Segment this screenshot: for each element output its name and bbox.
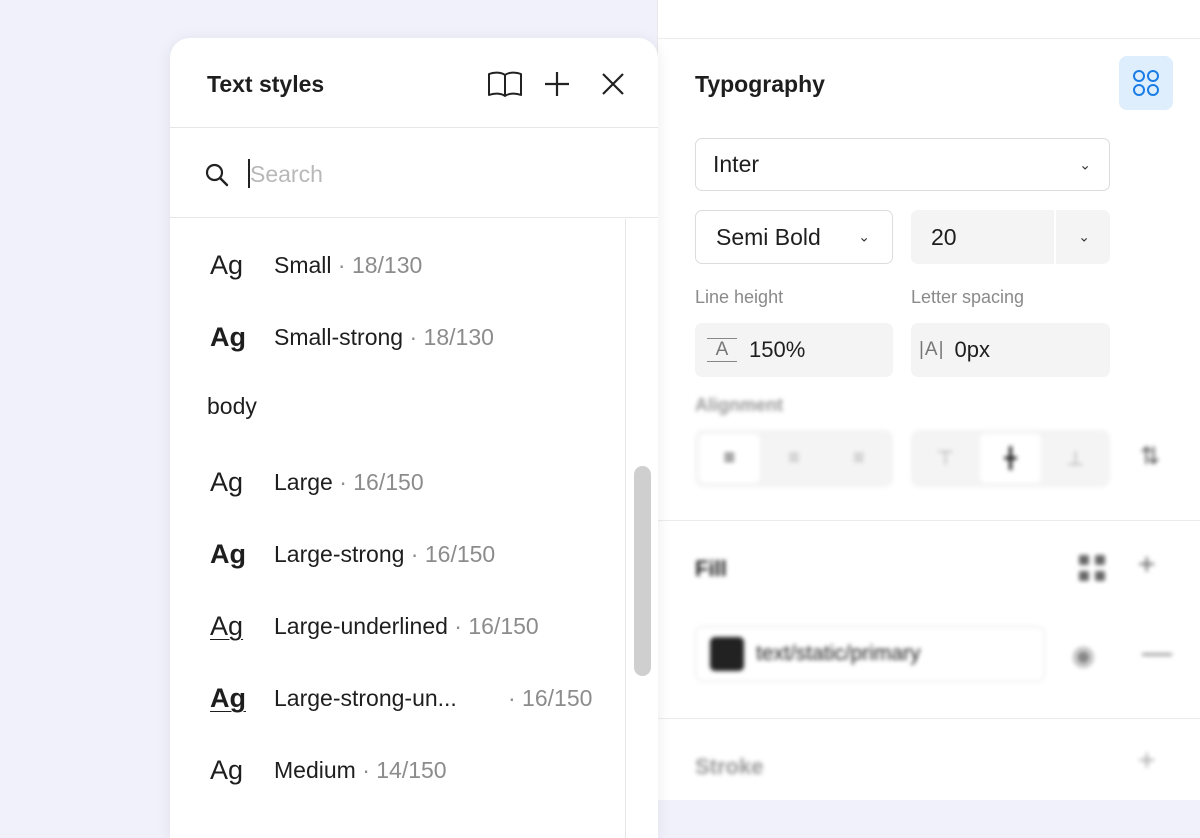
text-style-preview: Ag — [210, 754, 244, 785]
color-swatch[interactable] — [710, 637, 744, 671]
line-height-value[interactable]: 150% — [749, 337, 805, 363]
plus-icon[interactable] — [538, 66, 576, 102]
text-style-label: Large-strong-un... — [274, 684, 457, 711]
typography-title: Typography — [695, 71, 825, 97]
text-style-list: Ag Small · 18/130 Ag Small-strong · 18/1… — [170, 219, 625, 838]
text-style-label: Large-strong · 16/150 — [274, 540, 496, 567]
text-resize-icon[interactable]: ⇅ — [1140, 442, 1160, 471]
text-style-item-large-strong-underlined[interactable]: Ag Large-strong-un... · 16/150 — [170, 662, 625, 734]
text-style-label: Large-underlined · 16/150 — [274, 612, 539, 639]
section-divider — [658, 520, 1200, 521]
plus-icon[interactable]: + — [1138, 744, 1156, 778]
vertical-align-group: ⊤ ╋ ⊥ — [911, 430, 1110, 487]
align-right-icon[interactable]: ≡ — [828, 434, 889, 483]
style-grid-icon[interactable] — [1119, 56, 1173, 110]
text-style-item-large-strong[interactable]: Ag Large-strong · 16/150 — [170, 518, 625, 590]
book-icon[interactable] — [486, 66, 524, 102]
align-left-icon[interactable]: ≡ — [699, 434, 760, 483]
align-center-icon[interactable]: ≡ — [764, 434, 825, 483]
search-icon — [205, 163, 229, 187]
line-height-label: Line height — [695, 287, 784, 307]
text-style-item-large[interactable]: Ag Large · 16/150 — [170, 446, 625, 518]
alignment-label: Alignment — [695, 395, 783, 415]
scrollbar-thumb[interactable] — [634, 466, 651, 676]
text-style-preview: Ag — [210, 682, 246, 713]
text-style-item-medium[interactable]: Ag Medium · 14/150 — [170, 734, 625, 806]
chevron-down-icon: ⌄ — [1079, 156, 1091, 172]
search-bar — [170, 129, 658, 218]
font-size-value[interactable]: 20 — [931, 224, 957, 251]
letter-spacing-field[interactable]: |A| 0px — [911, 323, 1110, 377]
scrollbar[interactable] — [625, 219, 658, 838]
panel-divider — [658, 38, 1200, 39]
text-style-label: Medium · 14/150 — [274, 756, 447, 783]
text-style-preview: Ag — [210, 466, 244, 497]
group-label-body: body — [207, 393, 257, 419]
popup-title: Text styles — [207, 71, 325, 97]
text-styles-popup: Text styles Search Ag Small · 18/130 Ag … — [170, 38, 658, 838]
align-middle-icon[interactable]: ╋ — [980, 434, 1041, 483]
align-top-icon[interactable]: ⊤ — [915, 434, 976, 483]
properties-panel: Typography Inter ⌄ Semi Bold ⌄ 20 ⌄ Line… — [657, 0, 1200, 800]
text-style-label: Small-strong · 18/130 — [274, 323, 494, 350]
align-bottom-icon[interactable]: ⊥ — [1045, 434, 1106, 483]
line-height-field[interactable]: A 150% — [695, 323, 893, 377]
letter-spacing-icon: |A| — [919, 339, 945, 360]
text-style-item-small-strong[interactable]: Ag Small-strong · 18/130 — [170, 301, 625, 373]
text-style-preview: Ag — [210, 249, 244, 280]
horizontal-align-group: ≡ ≡ ≡ — [695, 430, 893, 487]
text-style-item-large-underlined[interactable]: Ag Large-underlined · 16/150 — [170, 590, 625, 662]
stroke-label: Stroke — [695, 754, 764, 779]
chevron-down-icon: ⌄ — [858, 228, 870, 245]
style-grid-icon[interactable] — [1076, 552, 1108, 584]
close-icon[interactable] — [594, 66, 632, 102]
minus-icon[interactable]: — — [1142, 636, 1172, 670]
font-weight-value: Semi Bold — [716, 223, 821, 250]
font-size-combobox[interactable]: 20 ⌄ — [911, 210, 1110, 264]
text-style-label: Large · 16/150 — [274, 468, 424, 495]
letter-spacing-value[interactable]: 0px — [955, 337, 990, 363]
popup-header: Text styles — [170, 38, 658, 128]
text-style-preview: Ag — [210, 321, 246, 352]
text-style-meta: · 16/150 — [508, 684, 593, 711]
text-cursor — [248, 159, 250, 188]
font-family-select[interactable]: Inter ⌄ — [695, 138, 1110, 191]
fill-label: Fill — [695, 556, 727, 581]
fill-style-field[interactable]: text/static/primary — [695, 626, 1045, 682]
text-style-item-small[interactable]: Ag Small · 18/130 — [170, 229, 625, 301]
font-size-separator — [1054, 210, 1056, 264]
font-family-value: Inter — [713, 151, 760, 177]
text-style-preview: Ag — [210, 538, 246, 569]
search-input[interactable] — [250, 151, 610, 197]
text-style-label: Small · 18/130 — [274, 251, 423, 278]
text-style-preview: Ag — [210, 610, 244, 641]
plus-icon[interactable]: + — [1138, 548, 1156, 582]
eye-icon[interactable]: ◉ — [1072, 640, 1095, 671]
font-weight-select[interactable]: Semi Bold ⌄ — [695, 210, 893, 264]
chevron-down-icon[interactable]: ⌄ — [1078, 229, 1090, 246]
fill-style-name: text/static/primary — [756, 642, 921, 665]
section-divider — [658, 718, 1200, 719]
letter-spacing-label: Letter spacing — [911, 287, 1025, 307]
line-height-icon: A — [705, 335, 739, 365]
